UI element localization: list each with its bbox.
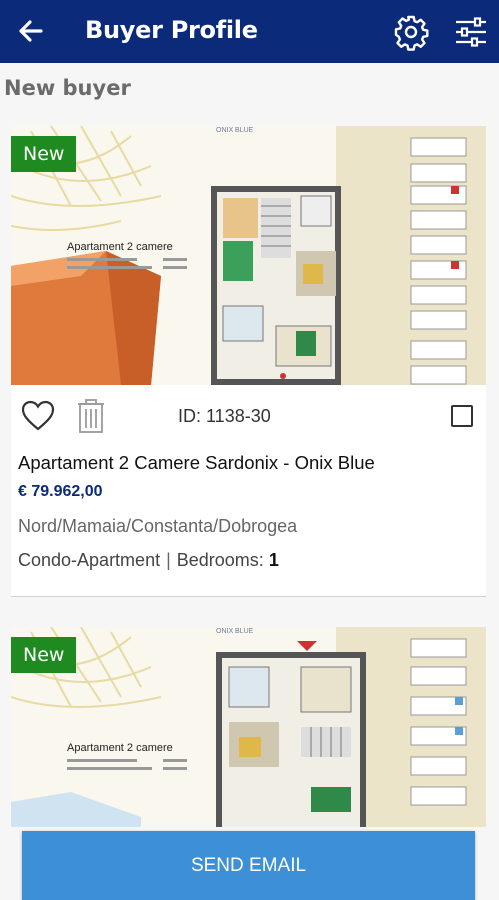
floor-plan-image: Apartament 2 camere ONIX BLUE bbox=[11, 126, 486, 385]
floor-plan-image: Apartament 2 camere ONIX BLUE bbox=[11, 627, 486, 827]
select-checkbox[interactable] bbox=[451, 405, 473, 427]
listing-location: Nord/Mamaia/Constanta/Dobrogea bbox=[18, 516, 298, 536]
brand-mark: ONIX BLUE bbox=[216, 628, 254, 635]
listing-price: € 79.962,00 bbox=[18, 483, 103, 500]
trash-icon[interactable] bbox=[75, 398, 107, 434]
heart-icon[interactable] bbox=[21, 400, 55, 432]
listing-card[interactable]: Apartament 2 camere ONIX BLUE New bbox=[11, 627, 486, 827]
bedrooms-value: 1 bbox=[268, 550, 279, 570]
listing-name[interactable]: Apartament 2 Camere Sardonix - Onix Blue bbox=[18, 452, 375, 474]
listing-actions: ID: 1138-30 bbox=[11, 396, 486, 436]
section-title: New buyer bbox=[4, 76, 131, 100]
bedrooms-label: Bedrooms: bbox=[176, 550, 264, 570]
brand-mark: ONIX BLUE bbox=[216, 127, 254, 134]
back-arrow-icon[interactable] bbox=[14, 14, 48, 48]
filter-sliders-icon[interactable] bbox=[452, 13, 490, 51]
brochure-title: Apartament 2 camere bbox=[67, 742, 173, 754]
page-title: Buyer Profile bbox=[85, 16, 258, 44]
brochure-title: Apartament 2 camere bbox=[67, 241, 173, 253]
listing-card[interactable]: Apartament 2 camere ONIX BLUE New ID: 11… bbox=[11, 126, 486, 597]
listing-meta: Condo-Apartment | Bedrooms: 1 bbox=[18, 550, 279, 571]
separator: | bbox=[166, 550, 171, 570]
listing-photo[interactable]: Apartament 2 camere ONIX BLUE New bbox=[11, 627, 486, 827]
send-email-button[interactable]: SEND EMAIL bbox=[22, 831, 475, 900]
new-badge: New bbox=[11, 136, 77, 172]
listing-photo[interactable]: Apartament 2 camere ONIX BLUE New bbox=[11, 126, 486, 385]
new-badge: New bbox=[11, 637, 77, 673]
property-type: Condo-Apartment bbox=[18, 550, 161, 570]
listing-id: ID: 1138-30 bbox=[178, 406, 271, 426]
app-bar: Buyer Profile bbox=[0, 0, 499, 63]
gear-icon[interactable] bbox=[392, 13, 430, 51]
